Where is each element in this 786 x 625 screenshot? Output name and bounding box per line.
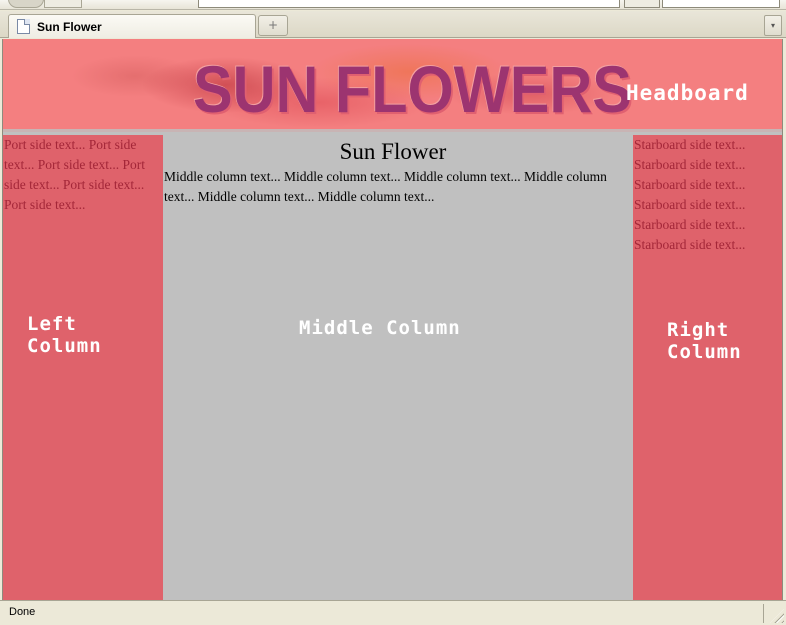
back-button[interactable] xyxy=(8,0,44,8)
page-content: SUN FLOWERS Headboard Port side text... … xyxy=(2,39,783,600)
left-column-label-line1: Left xyxy=(27,313,77,335)
status-text: Done xyxy=(9,606,36,618)
headboard: SUN FLOWERS Headboard xyxy=(3,39,782,132)
right-column-label: Right Column xyxy=(667,319,742,363)
left-column-label-line2: Column xyxy=(27,335,102,357)
status-divider xyxy=(763,604,764,623)
right-column-line: Starboard side text... xyxy=(634,197,746,212)
right-column: Starboard side text... Starboard side te… xyxy=(633,135,782,600)
tab-sun-flower[interactable]: Sun Flower xyxy=(8,14,256,38)
tab-strip: Sun Flower + ▾ xyxy=(0,11,786,38)
tab-title: Sun Flower xyxy=(37,20,102,34)
right-column-line: Starboard side text... xyxy=(634,217,746,232)
navigation-toolbar xyxy=(0,0,786,10)
address-bar[interactable] xyxy=(198,0,620,8)
tab-list-button[interactable]: ▾ xyxy=(764,15,782,36)
middle-column-label: Middle Column xyxy=(299,317,461,339)
banner-title: SUN FLOWERS xyxy=(193,52,632,126)
left-column-label: Left Column xyxy=(27,313,102,357)
right-column-line: Starboard side text... xyxy=(634,157,746,172)
headboard-label: Headboard xyxy=(626,81,749,105)
right-column-line: Starboard side text... xyxy=(634,237,746,252)
middle-column-text: Middle column text... Middle column text… xyxy=(164,169,607,204)
right-column-label-line1: Right xyxy=(667,319,730,341)
right-column-line: Starboard side text... xyxy=(634,177,746,192)
go-button[interactable] xyxy=(624,0,660,8)
middle-column-title: Sun Flower xyxy=(339,139,447,164)
search-box[interactable] xyxy=(662,0,780,8)
middle-column: Sun Flower Middle column text... Middle … xyxy=(163,135,633,600)
right-column-line: Starboard side text... xyxy=(634,137,746,152)
new-tab-button[interactable]: + xyxy=(258,15,288,36)
forward-button[interactable] xyxy=(44,0,82,8)
right-column-text: Starboard side text... Starboard side te… xyxy=(633,135,782,255)
left-column: Port side text... Port side text... Port… xyxy=(3,135,163,600)
left-column-text: Port side text... Port side text... Port… xyxy=(4,137,145,212)
right-column-label-line2: Column xyxy=(667,341,742,363)
page-icon xyxy=(17,19,30,34)
browser-window: Sun Flower + ▾ SUN FLOWERS Headboard Por… xyxy=(0,0,786,625)
resize-grip-icon[interactable] xyxy=(770,609,784,623)
status-bar: Done xyxy=(0,600,786,625)
